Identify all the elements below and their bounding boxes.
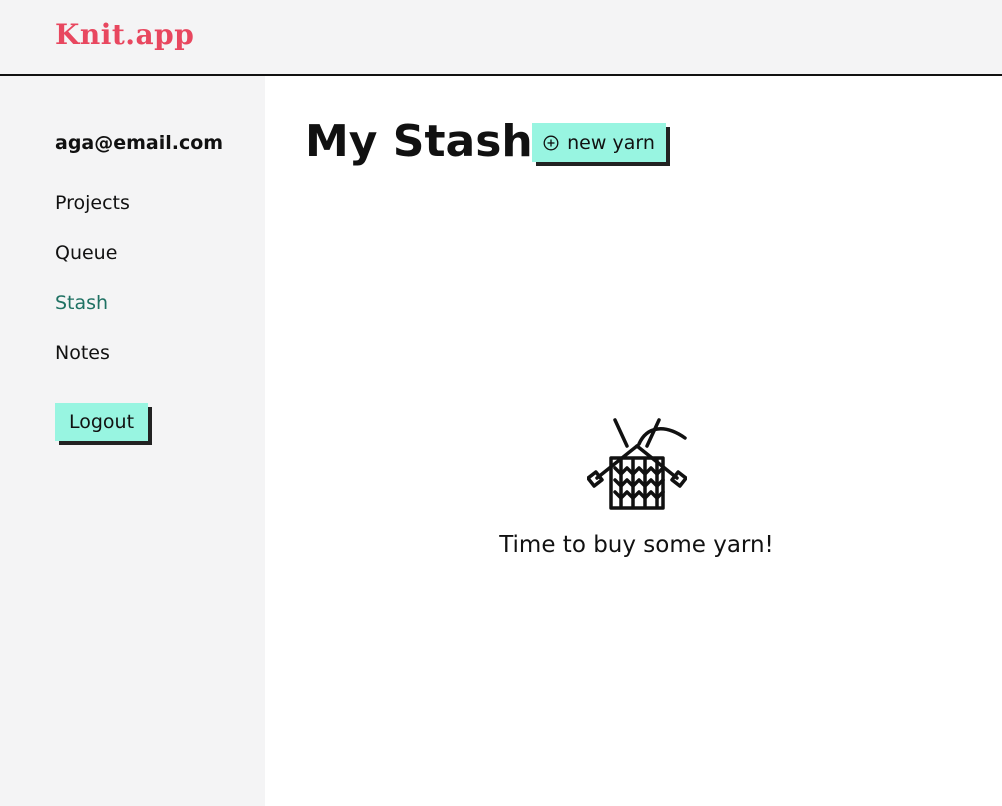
app-logo[interactable]: Knit.app <box>55 18 194 51</box>
app-header: Knit.app <box>0 0 1002 76</box>
main-content: My Stash new yarn Time to buy some yarn! <box>265 76 1002 806</box>
page-title: My Stash <box>305 116 533 167</box>
new-yarn-button[interactable]: new yarn <box>532 123 666 162</box>
sidebar-item-queue[interactable]: Queue <box>55 242 117 264</box>
user-email: aga@email.com <box>55 132 224 154</box>
sidebar-item-stash[interactable]: Stash <box>55 292 108 314</box>
logout-button[interactable]: Logout <box>55 403 148 441</box>
plus-circle-icon <box>543 135 559 150</box>
sidebar: aga@email.com Projects Queue Stash Notes… <box>0 76 265 806</box>
empty-state: Time to buy some yarn! <box>265 416 1002 558</box>
new-yarn-label: new yarn <box>567 131 655 154</box>
knitting-icon <box>586 418 687 510</box>
empty-state-message: Time to buy some yarn! <box>499 532 774 558</box>
sidebar-item-notes[interactable]: Notes <box>55 342 110 364</box>
sidebar-item-projects[interactable]: Projects <box>55 192 130 214</box>
